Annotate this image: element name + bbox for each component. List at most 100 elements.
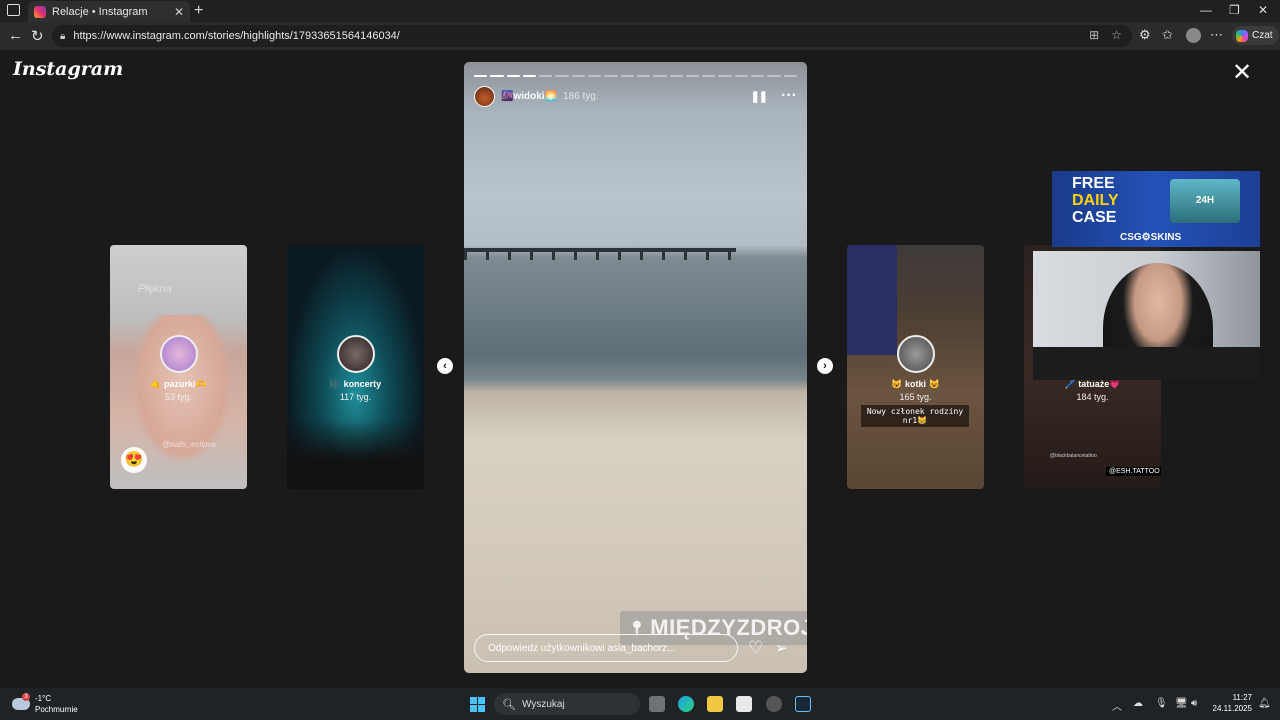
progress-segment (539, 75, 553, 77)
progress-segment (669, 75, 683, 77)
story-tag-small: @blackbalancetattoo (1050, 453, 1097, 459)
file-explorer-icon[interactable] (707, 696, 723, 712)
favorites-icon[interactable]: ✩ (1162, 27, 1173, 43)
store-icon[interactable] (736, 696, 752, 712)
back-icon[interactable]: ← (8, 27, 23, 44)
story-tag: @ESH.TATTOO (1106, 467, 1161, 476)
reload-icon[interactable]: ↻ (31, 27, 44, 45)
tab-title: Relacje • Instagram (52, 5, 148, 18)
highlight-pazurki[interactable]: Piękna 🤙 pazurki🫶 53 tyg. @nails_eclipse… (110, 245, 247, 489)
chrome-icon[interactable] (766, 696, 782, 712)
ad-line1: FREE (1072, 175, 1115, 192)
progress-segment (653, 75, 667, 77)
progress-segment (734, 75, 749, 77)
pier-legs-image (464, 252, 736, 260)
lock-icon: 🔒︎ (60, 30, 66, 42)
notification-bell-icon[interactable]: 🔔︎ (1258, 698, 1271, 709)
story-header: 🌆widoki🌅 186 tyg. ❚❚ ··· (474, 85, 797, 107)
progress-segment (685, 75, 700, 77)
progress-segment (522, 75, 537, 77)
favorite-star-icon[interactable]: ☆ (1111, 28, 1122, 42)
address-bar-row: ← ↻ 🔒︎ https://www.instagram.com/stories… (0, 22, 1280, 50)
progress-segment (767, 75, 781, 77)
progress-segment (490, 75, 504, 77)
highlight-age: 53 tyg. (164, 392, 193, 402)
highlight-age: 117 tyg. (339, 392, 372, 402)
task-view-icon[interactable] (649, 696, 665, 712)
story-avatar[interactable] (474, 85, 495, 107)
copilot-label: Czat (1252, 30, 1273, 41)
tab-instagram[interactable]: Relacje • Instagram ✕ (28, 1, 190, 22)
more-menu-icon[interactable]: ⋯ (1210, 27, 1223, 43)
browser-tab-bar: Relacje • Instagram ✕ + — ❐ ✕ (0, 0, 1280, 22)
highlight-koncerty[interactable]: 🎼 koncerty 117 tyg. (287, 245, 424, 489)
story-progress (474, 75, 797, 77)
weather-desc: Pochmurnie (35, 705, 78, 714)
send-icon[interactable]: ➢ (775, 639, 788, 657)
highlight-age: 165 tyg. (899, 392, 932, 402)
watermark-handle: @nails_eclipse (162, 440, 216, 449)
search-icon: 🔍︎ (502, 698, 516, 711)
close-stories-icon[interactable]: ✕ (1232, 61, 1252, 85)
start-button[interactable] (470, 697, 485, 712)
progress-segment (571, 75, 586, 77)
tray-chevron-icon[interactable]: ︿ (1112, 698, 1122, 713)
highlight-title: 🎼 koncerty (329, 379, 382, 389)
tab-actions-icon[interactable] (7, 4, 20, 16)
edge-icon[interactable] (678, 696, 694, 712)
progress-segment (588, 75, 602, 77)
room-image (847, 245, 897, 355)
progress-segment (555, 75, 569, 77)
pause-icon[interactable]: ❚❚ (751, 90, 768, 103)
main-story[interactable]: 🌆widoki🌅 186 tyg. ❚❚ ··· 📍︎ MIĘDZYZDROJE… (464, 62, 807, 673)
ad-case-image: 24H (1170, 179, 1240, 223)
volume-icon[interactable]: 🔊︎ (1191, 698, 1197, 709)
cloud-icon: 3 (12, 693, 30, 710)
progress-segment (474, 75, 488, 77)
system-clock[interactable]: 11:27 24.11.2025 (1208, 692, 1252, 714)
app-available-icon[interactable]: ⊞ (1089, 28, 1099, 42)
progress-segment (783, 75, 797, 77)
highlight-title: 😺 kotki 😺 (891, 379, 940, 389)
network-icon[interactable]: 🖥︎ (1175, 698, 1188, 709)
steam-icon[interactable] (795, 696, 811, 712)
extensions-icon[interactable]: ⚙ (1139, 27, 1151, 43)
taskbar-search[interactable]: 🔍︎ Wyszukaj (494, 693, 640, 715)
tab-close-icon[interactable]: ✕ (174, 5, 184, 19)
url-text: https://www.instagram.com/stories/highli… (73, 30, 400, 42)
stream-ad-banner: FREE DAILY CASE 24H CSG⚙SKINS (1052, 171, 1260, 247)
more-options-icon[interactable]: ··· (781, 88, 797, 104)
like-heart-icon[interactable]: ♡ (748, 638, 763, 658)
next-story-button[interactable]: › (817, 358, 833, 374)
url-field[interactable]: 🔒︎ https://www.instagram.com/stories/hig… (52, 25, 1132, 47)
profile-avatar[interactable] (1186, 28, 1201, 43)
clock-time: 11:27 (1232, 693, 1252, 702)
weather-badge: 3 (22, 693, 30, 701)
weather-widget[interactable]: 3 -1°C Pochmurnie (12, 693, 78, 715)
window-close-icon[interactable]: ✕ (1258, 3, 1268, 17)
progress-segment (718, 75, 732, 77)
reply-input[interactable]: Odpowiedz użytkownikowi asia_bachorz... (474, 634, 738, 662)
story-caption: Nowy członek rodziny nr1😸 (861, 405, 969, 427)
progress-segment (604, 75, 618, 77)
progress-segment (751, 75, 765, 77)
new-tab-icon[interactable]: + (194, 2, 203, 20)
minimize-icon[interactable]: — (1200, 3, 1212, 17)
progress-segment (702, 75, 716, 77)
instagram-logo[interactable]: Instagram (13, 58, 123, 80)
omnibox-actions: ⊞ ☆ (1089, 28, 1122, 42)
microphone-icon[interactable]: 🎙︎ (1155, 698, 1168, 709)
copilot-icon (1236, 29, 1248, 42)
story-name[interactable]: 🌆widoki🌅 (501, 91, 557, 102)
onedrive-icon[interactable]: ☁ (1133, 698, 1143, 709)
story-age: 186 tyg. (563, 90, 599, 102)
clock-date: 24.11.2025 (1212, 704, 1252, 713)
highlight-avatar (336, 335, 375, 373)
highlight-title: 🖊️ tatuaże💗 (1064, 379, 1121, 389)
copilot-button[interactable]: Czat (1232, 26, 1279, 45)
ad-brand: CSG⚙SKINS (1120, 232, 1182, 243)
previous-story-button[interactable]: ‹ (437, 358, 453, 374)
highlight-kotki[interactable]: 😺 kotki 😺 165 tyg. Nowy członek rodziny … (847, 245, 984, 489)
reply-placeholder: Odpowiedz użytkownikowi asia_bachorz... (488, 642, 676, 654)
restore-icon[interactable]: ❐ (1229, 3, 1240, 17)
